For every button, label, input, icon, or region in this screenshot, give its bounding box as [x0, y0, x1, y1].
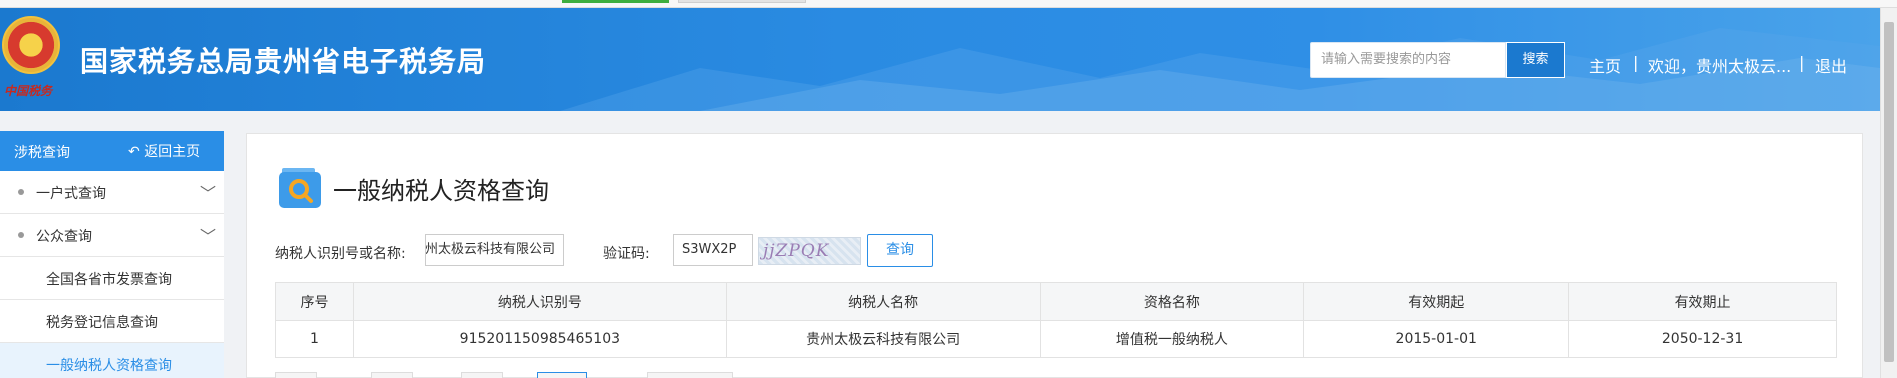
captcha-image[interactable]: jjZPQK [758, 237, 861, 265]
back-home-label: 返回主页 [144, 144, 201, 160]
back-arrow-icon: ↶ [128, 144, 140, 160]
table-cell: 2015-01-01 [1303, 320, 1570, 358]
scrollbar-thumb[interactable] [1884, 22, 1894, 362]
sidebar-item-label: 全国各省市发票查询 [46, 272, 172, 288]
table-cell: 915201150985465103 [352, 320, 727, 358]
captcha-input[interactable]: S3WX2P [673, 234, 753, 266]
sidebar: 涉税查询 ↶ 返回主页 一户式查询 ﹀ 公众查询 ﹀ 全国各省市发票查询 税务登… [0, 131, 224, 378]
search-input[interactable]: 请输入需要搜索的内容 [1310, 42, 1506, 78]
sidebar-header: 涉税查询 ↶ 返回主页 [0, 131, 224, 171]
sidebar-group-label: 公众查询 [36, 229, 92, 245]
chevron-down-icon: ﹀ [200, 184, 217, 203]
nav-logout-link[interactable]: 退出 [1815, 53, 1847, 77]
page-scrollbar[interactable] [1880, 8, 1897, 378]
sidebar-group-public[interactable]: 公众查询 ﹀ [0, 214, 224, 257]
column-header: 有效期起 [1303, 282, 1570, 321]
taxpayer-label: 纳税人识别号或名称: [275, 246, 406, 262]
site-header: 中国税务 国家税务总局贵州省电子税务局 请输入需要搜索的内容 搜索 主页 | 欢… [0, 8, 1880, 111]
pager-size-select[interactable] [647, 372, 733, 378]
table-cell: 贵州太极云科技有限公司 [725, 320, 1041, 358]
column-header: 序号 [275, 282, 354, 321]
pager-current-page[interactable] [537, 372, 587, 378]
browser-tab-stub[interactable] [678, 0, 806, 3]
bullet-icon [18, 232, 24, 238]
column-header: 有效期止 [1568, 282, 1837, 321]
sidebar-item-label: 税务登记信息查询 [46, 315, 158, 331]
column-header: 纳税人名称 [725, 282, 1041, 321]
emblem-caption: 中国税务 [4, 84, 53, 98]
browser-progress-bar [562, 0, 669, 3]
sidebar-item-label: 一般纳税人资格查询 [46, 358, 172, 374]
column-header: 纳税人识别号 [352, 282, 727, 321]
sidebar-item-registration-query[interactable]: 税务登记信息查询 [0, 300, 224, 343]
back-home-button[interactable]: ↶ 返回主页 [128, 141, 200, 161]
sidebar-group-household[interactable]: 一户式查询 ﹀ [0, 171, 224, 214]
nav-separator: | [1799, 53, 1805, 72]
main-panel: 一般纳税人资格查询 纳税人识别号或名称: 贵州太极云科技有限公司 验证码: S3… [246, 133, 1863, 378]
sidebar-title: 涉税查询 [14, 145, 70, 161]
site-title: 国家税务总局贵州省电子税务局 [80, 45, 487, 78]
nav-home-link[interactable]: 主页 [1589, 53, 1621, 77]
nav-welcome-user[interactable]: 欢迎，贵州太极云... [1648, 53, 1791, 77]
pager-prev-button[interactable] [371, 372, 413, 378]
search-document-icon [279, 168, 321, 208]
taxpayer-input[interactable]: 贵州太极云科技有限公司 [425, 234, 564, 266]
captcha-label: 验证码: [603, 246, 650, 262]
table-header-row: 序号 纳税人识别号 纳税人名称 资格名称 有效期起 有效期止 [275, 282, 1837, 321]
search-button[interactable]: 搜索 [1506, 42, 1565, 78]
browser-top-strip [0, 0, 1897, 8]
page-title: 一般纳税人资格查询 [333, 177, 549, 205]
table-cell: 2050-12-31 [1568, 320, 1837, 358]
table-cell: 1 [275, 320, 354, 358]
table-row: 1 915201150985465103 贵州太极云科技有限公司 增值税一般纳税… [275, 320, 1837, 358]
query-button[interactable]: 查询 [867, 234, 933, 267]
chevron-down-icon: ﹀ [200, 227, 217, 246]
table-cell: 增值税一般纳税人 [1039, 320, 1305, 358]
sidebar-group-label: 一户式查询 [36, 186, 106, 202]
column-header: 资格名称 [1039, 282, 1305, 321]
bullet-icon [18, 189, 24, 195]
sidebar-item-general-taxpayer-query[interactable]: 一般纳税人资格查询 [0, 343, 224, 378]
results-table: 序号 纳税人识别号 纳税人名称 资格名称 有效期起 有效期止 1 9152011… [275, 282, 1837, 358]
pager-first-button[interactable] [275, 372, 317, 378]
tax-emblem-icon [2, 16, 60, 74]
pager-page-button[interactable] [461, 372, 503, 378]
nav-separator: | [1633, 53, 1639, 72]
sidebar-item-invoice-query[interactable]: 全国各省市发票查询 [0, 257, 224, 300]
